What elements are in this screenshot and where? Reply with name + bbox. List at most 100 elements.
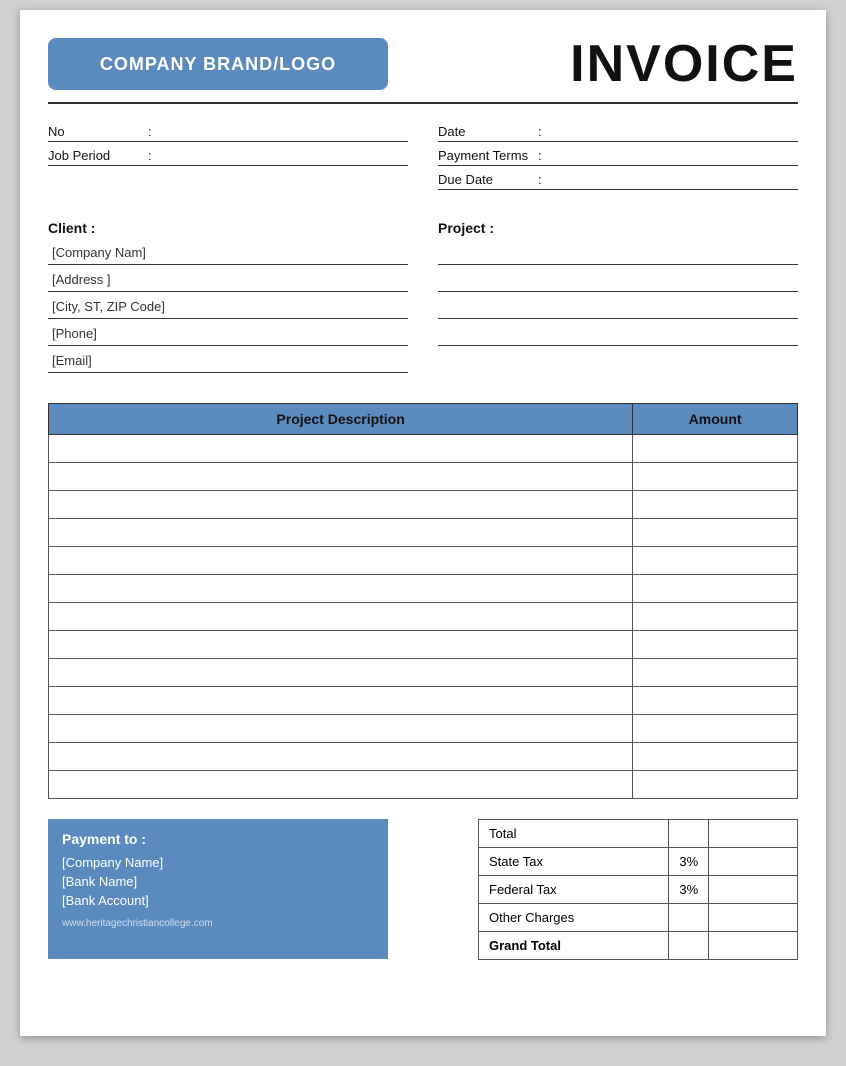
client-field-1: [Address ] [48,271,408,292]
meta-right-colon-0: : [538,124,542,139]
meta-left-row-1: Job Period : [48,148,408,166]
row-amount-5 [633,575,798,603]
payment-line-0: [Company Name] [62,855,374,870]
meta-right-label-1: Payment Terms [438,148,538,163]
totals-row-4: Grand Total [479,932,798,960]
table-row [49,771,798,799]
table-row [49,715,798,743]
client-field-text-0: [Company Nam] [48,243,150,262]
totals-label-0: Total [479,820,669,848]
invoice-title: INVOICE [388,34,798,94]
totals-row-1: State Tax 3% [479,848,798,876]
meta-left-colon-0: : [148,124,152,139]
row-desc-8 [49,659,633,687]
row-desc-2 [49,491,633,519]
project-field-text-0 [438,243,446,262]
table-row [49,519,798,547]
project-field-3 [438,325,798,346]
invoice-table: Project Description Amount [48,403,798,799]
row-amount-3 [633,519,798,547]
meta-right: Date : Payment Terms : Due Date : [438,124,798,196]
row-desc-0 [49,435,633,463]
row-amount-6 [633,603,798,631]
row-amount-8 [633,659,798,687]
totals-label-1: State Tax [479,848,669,876]
row-desc-1 [49,463,633,491]
totals-value-2 [709,876,798,904]
row-desc-6 [49,603,633,631]
table-row [49,547,798,575]
totals-label-3: Other Charges [479,904,669,932]
row-desc-11 [49,743,633,771]
company-logo: COMPANY BRAND/LOGO [48,38,388,90]
project-field-0 [438,244,798,265]
project-field-text-2 [438,297,446,316]
client-field-3: [Phone] [48,325,408,346]
totals-row-2: Federal Tax 3% [479,876,798,904]
meta-left-row-0: No : [48,124,408,142]
table-row [49,463,798,491]
row-desc-12 [49,771,633,799]
payment-line-2: [Bank Account] [62,893,374,908]
invoice-page: COMPANY BRAND/LOGO INVOICE No : Job Peri… [20,10,826,1036]
totals-value-4 [709,932,798,960]
meta-section: No : Job Period : Date : Payment Terms :… [48,124,798,196]
bottom-section: Payment to : [Company Name][Bank Name][B… [48,819,798,960]
project-heading: Project : [438,220,798,236]
row-amount-1 [633,463,798,491]
row-desc-3 [49,519,633,547]
client-field-0: [Company Nam] [48,244,408,265]
totals-value-3 [709,904,798,932]
row-desc-9 [49,687,633,715]
project-field-text-3 [438,324,446,343]
client-field-text-3: [Phone] [48,324,101,343]
meta-right-label-0: Date [438,124,538,139]
client-field-4: [Email] [48,352,408,373]
row-amount-2 [633,491,798,519]
client-column: Client : [Company Nam] [Address ] [City, S… [48,220,408,379]
totals-row-0: Total [479,820,798,848]
totals-percent-4 [669,932,709,960]
totals-value-0 [709,820,798,848]
totals-label-2: Federal Tax [479,876,669,904]
table-row [49,491,798,519]
watermark: www.heritagechristiancollege.com [62,918,374,929]
meta-right-colon-1: : [538,148,542,163]
table-row [49,631,798,659]
meta-right-row-1: Payment Terms : [438,148,798,166]
table-row [49,603,798,631]
header: COMPANY BRAND/LOGO INVOICE [48,34,798,104]
totals-percent-3 [669,904,709,932]
totals-label-4: Grand Total [479,932,669,960]
table-row [49,687,798,715]
project-field-2 [438,298,798,319]
totals-percent-0 [669,820,709,848]
meta-right-colon-2: : [538,172,542,187]
table-row [49,659,798,687]
client-field-text-1: [Address ] [48,270,115,289]
row-amount-12 [633,771,798,799]
row-amount-10 [633,715,798,743]
row-amount-4 [633,547,798,575]
row-desc-4 [49,547,633,575]
row-desc-5 [49,575,633,603]
row-amount-0 [633,435,798,463]
totals-table: Total State Tax 3% Federal Tax 3% Other … [478,819,798,960]
logo-label: COMPANY BRAND/LOGO [100,54,336,75]
col-amount-header: Amount [633,404,798,435]
client-project-section: Client : [Company Nam] [Address ] [City, S… [48,220,798,379]
col-desc-header: Project Description [49,404,633,435]
meta-left: No : Job Period : [48,124,408,196]
meta-right-row-0: Date : [438,124,798,142]
table-row [49,575,798,603]
totals-percent-1: 3% [669,848,709,876]
row-desc-7 [49,631,633,659]
client-heading: Client : [48,220,408,236]
totals-row-3: Other Charges [479,904,798,932]
payment-title: Payment to : [62,831,374,847]
client-field-2: [City, ST, ZIP Code] [48,298,408,319]
row-amount-9 [633,687,798,715]
totals-percent-2: 3% [669,876,709,904]
row-amount-11 [633,743,798,771]
meta-right-row-2: Due Date : [438,172,798,190]
